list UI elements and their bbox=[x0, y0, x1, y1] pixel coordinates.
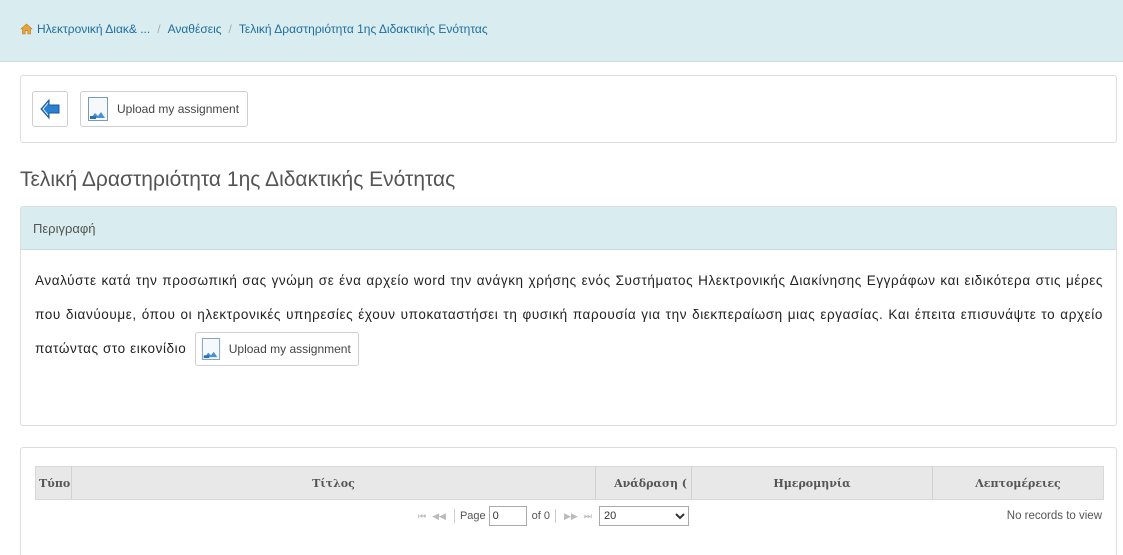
toolbar-panel: Upload my assignment bbox=[20, 75, 1117, 143]
column-header-details[interactable]: Λεπτομέρειες bbox=[933, 467, 1103, 499]
pager-divider bbox=[555, 509, 557, 523]
home-icon[interactable] bbox=[20, 23, 33, 35]
column-header-title[interactable]: Τίτλος bbox=[72, 467, 596, 499]
description-panel: Περιγραφή Αναλύστε κατά την προσωπική σα… bbox=[20, 206, 1117, 426]
upload-document-icon bbox=[88, 97, 108, 121]
assignments-grid-panel: Τύπο Τίτλος Ανάδραση ( Ημερομηνία Λεπτομ… bbox=[20, 447, 1117, 555]
page-count-label: of 0 bbox=[531, 510, 551, 522]
page-label: Page bbox=[459, 510, 486, 522]
pager-controls: ⏮ ◀◀ Page of 0 ▶▶ ⏭ 20 bbox=[415, 506, 689, 526]
column-header-date[interactable]: Ημερομηνία bbox=[692, 467, 933, 499]
page-title: Τελική Δραστηριότητα 1ης Διδακτικής Ενότ… bbox=[20, 168, 456, 191]
breadcrumb-separator: / bbox=[157, 22, 161, 36]
breadcrumb-separator: / bbox=[228, 22, 232, 36]
upload-assignment-label: Upload my assignment bbox=[117, 102, 240, 116]
records-status: No records to view bbox=[1006, 510, 1102, 522]
grid-header: Τύπο Τίτλος Ανάδραση ( Ημερομηνία Λεπτομ… bbox=[35, 466, 1104, 500]
description-header: Περιγραφή bbox=[21, 207, 1116, 250]
pager-divider bbox=[453, 509, 455, 523]
column-header-type[interactable]: Τύπο bbox=[36, 467, 72, 499]
page-size-select[interactable]: 20 bbox=[598, 506, 689, 526]
breadcrumb-bar: Ηλεκτρονική Διακ& ... / Αναθέσεις / Τελι… bbox=[0, 0, 1123, 62]
breadcrumb-item-current[interactable]: Τελική Δραστηριότητα 1ης Διδακτικής Ενότ… bbox=[239, 22, 488, 36]
inline-upload-label: Upload my assignment bbox=[228, 342, 351, 357]
page-number-input[interactable] bbox=[488, 506, 527, 526]
back-button[interactable] bbox=[32, 91, 68, 127]
breadcrumb-item-assignments[interactable]: Αναθέσεις bbox=[168, 22, 222, 36]
breadcrumb-item-home[interactable]: Ηλεκτρονική Διακ& ... bbox=[37, 22, 150, 36]
last-page-icon[interactable]: ⏭ bbox=[584, 511, 592, 522]
column-header-feedback[interactable]: Ανάδραση ( bbox=[596, 467, 692, 499]
description-body: Αναλύστε κατά την προσωπική σας γνώμη σε… bbox=[21, 250, 1116, 367]
prev-page-icon[interactable]: ◀◀ bbox=[432, 511, 446, 522]
grid-pager: ⏮ ◀◀ Page of 0 ▶▶ ⏭ 20 No records to vie… bbox=[35, 500, 1104, 534]
inline-upload-assignment-button[interactable]: Upload my assignment bbox=[194, 332, 359, 367]
next-page-icon[interactable]: ▶▶ bbox=[564, 511, 578, 522]
upload-assignment-button[interactable]: Upload my assignment bbox=[80, 91, 249, 127]
back-arrow-icon bbox=[40, 98, 60, 120]
upload-document-icon bbox=[201, 338, 220, 361]
breadcrumb: Ηλεκτρονική Διακ& ... / Αναθέσεις / Τελι… bbox=[20, 22, 488, 36]
first-page-icon[interactable]: ⏮ bbox=[418, 511, 426, 522]
